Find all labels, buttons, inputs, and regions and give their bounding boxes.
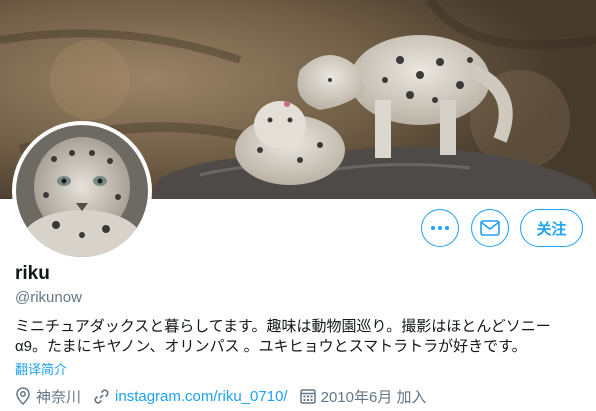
location-text: 神奈川	[36, 388, 82, 406]
mail-icon	[480, 220, 500, 236]
translate-bio-link[interactable]: 翻译简介	[15, 359, 67, 378]
location-item: 神奈川	[15, 386, 81, 407]
calendar-icon	[299, 389, 316, 404]
profile-name: riku	[15, 263, 50, 284]
profile-meta: 神奈川 instagram.com/riku_0710/ 2010年6月 加入	[15, 386, 439, 406]
link-icon	[94, 388, 109, 404]
message-button[interactable]	[471, 209, 509, 247]
website-link[interactable]: instagram.com/riku_0710/	[115, 388, 288, 405]
bio-line: α9。たまにキヤノン、オリンパス 。ユキヒョウとスマトラトラが好きです。	[15, 338, 527, 355]
profile-handle: @rikunow	[15, 289, 82, 306]
profile-bio: ミニチュアダックスと暮らしてます。趣味は動物園巡り。撮影はほとんどソニー α9。…	[15, 317, 585, 357]
joined-text: 2010年6月 加入	[320, 388, 427, 406]
avatar[interactable]	[12, 121, 152, 261]
more-button[interactable]	[421, 209, 459, 247]
joined-item: 2010年6月 加入	[299, 386, 427, 407]
location-pin-icon	[16, 387, 30, 405]
avatar-image	[16, 125, 148, 257]
bio-line: ミニチュアダックスと暮らしてます。趣味は動物園巡り。撮影はほとんどソニー	[15, 318, 551, 335]
more-dots-icon	[431, 226, 449, 230]
website-item: instagram.com/riku_0710/	[93, 388, 288, 405]
follow-button[interactable]: 关注	[520, 209, 583, 247]
